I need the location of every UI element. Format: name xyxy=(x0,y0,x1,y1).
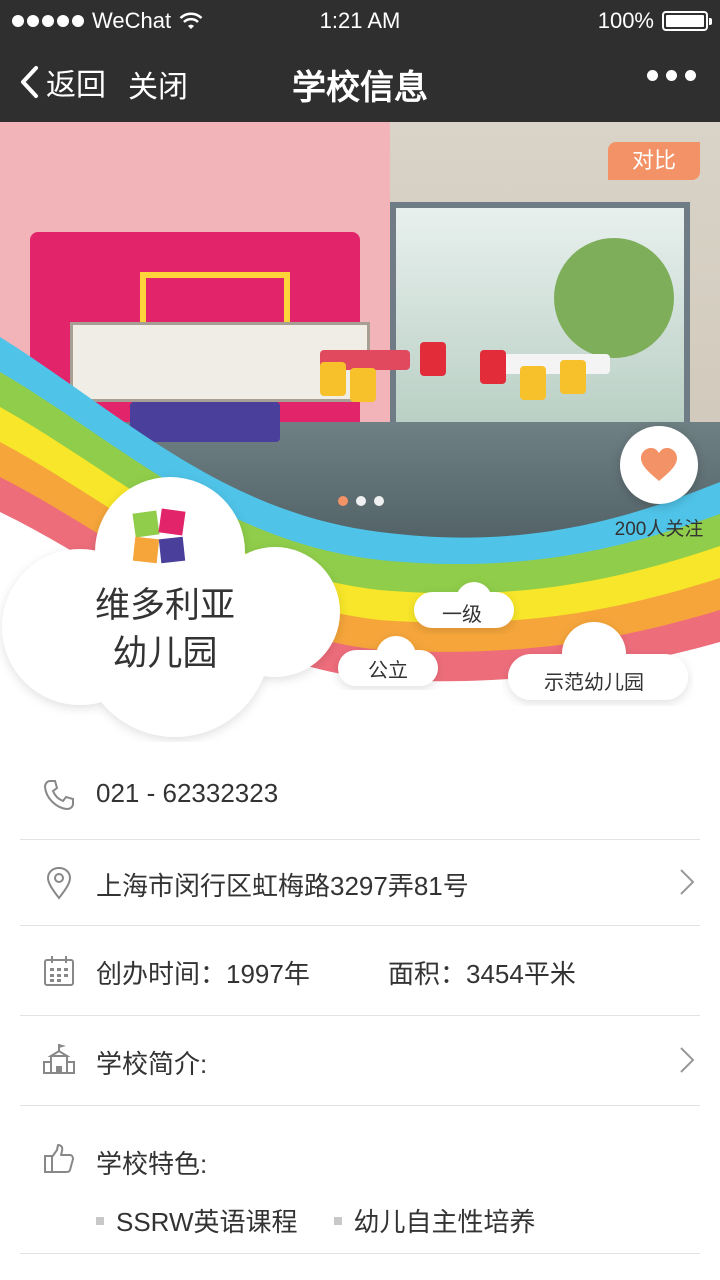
school-name-line2: 幼儿园 xyxy=(112,634,218,673)
address-text: 上海市闵行区虹梅路3297弄81号 xyxy=(96,871,469,901)
bullet-icon xyxy=(333,1216,342,1225)
more-dot-icon xyxy=(647,70,658,81)
features-label: 学校特色: xyxy=(96,1149,208,1179)
school-logo xyxy=(132,508,186,564)
nav-bar: 返回 关闭 学校信息 xyxy=(0,40,720,122)
phone-row[interactable]: 021 - 62332323 xyxy=(20,752,700,840)
feature-text: 幼儿自主性培养 xyxy=(353,1207,536,1237)
founded-text: 创办时间：1997年 xyxy=(96,959,310,989)
status-right: 100% xyxy=(597,8,712,34)
thumbs-up-icon xyxy=(44,1144,74,1173)
school-name-line1: 维多利亚 xyxy=(94,586,235,625)
chevron-right-icon xyxy=(680,1047,695,1073)
page-title: 学校信息 xyxy=(292,69,428,107)
carousel-dot xyxy=(374,496,384,506)
phone-number: 021 - 62332323 xyxy=(96,778,279,808)
chevron-right-icon xyxy=(680,869,695,895)
school-building-icon xyxy=(43,1044,75,1074)
features-row: 学校特色: SSRW英语课程 幼儿自主性培养 xyxy=(20,1106,700,1254)
intro-row[interactable]: 学校简介: xyxy=(20,1016,700,1106)
info-list: 021 - 62332323 上海市闵行区虹梅路3297弄81号 创办时间：19… xyxy=(20,752,700,1254)
close-button[interactable]: 关闭 xyxy=(128,62,188,106)
school-name: 维多利亚 幼儿园 xyxy=(60,582,270,678)
compare-button[interactable]: 对比 xyxy=(608,142,700,180)
tag-type: 公立 xyxy=(368,660,408,682)
more-dot-icon xyxy=(666,70,677,81)
features-list: SSRW英语课程 幼儿自主性培养 xyxy=(96,1202,536,1239)
heart-icon xyxy=(641,448,677,481)
hero-section: 对比 200人关注 维多利亚 幼儿园 一级 公立 示范幼儿园 xyxy=(0,122,720,742)
more-menu-button[interactable] xyxy=(647,70,696,81)
status-bar: WeChat 1:21 AM 100% xyxy=(0,0,720,40)
back-button[interactable]: 返回 xyxy=(18,60,106,104)
calendar-icon xyxy=(44,956,74,986)
phone-icon xyxy=(43,780,74,811)
battery-icon xyxy=(662,11,712,31)
tag-level: 一级 xyxy=(442,604,482,626)
intro-label: 学校简介: xyxy=(96,1049,208,1079)
more-dot-icon xyxy=(685,70,696,81)
feature-item: 幼儿自主性培养 xyxy=(333,1202,536,1239)
follow-count: 200人关注 xyxy=(614,519,704,540)
tag-demo: 示范幼儿园 xyxy=(544,672,644,694)
follow-button[interactable] xyxy=(620,426,698,504)
location-pin-icon xyxy=(46,866,72,900)
area-text: 面积：3454平米 xyxy=(388,959,576,989)
battery-percent: 100% xyxy=(597,8,654,33)
address-row[interactable]: 上海市闵行区虹梅路3297弄81号 xyxy=(20,840,700,926)
back-label: 返回 xyxy=(46,69,106,102)
feature-item: SSRW英语课程 xyxy=(96,1202,298,1239)
chevron-left-icon xyxy=(21,66,38,98)
bullet-icon xyxy=(96,1216,104,1225)
founded-row: 创办时间：1997年 面积：3454平米 xyxy=(20,926,700,1016)
feature-text: SSRW英语课程 xyxy=(116,1207,298,1237)
